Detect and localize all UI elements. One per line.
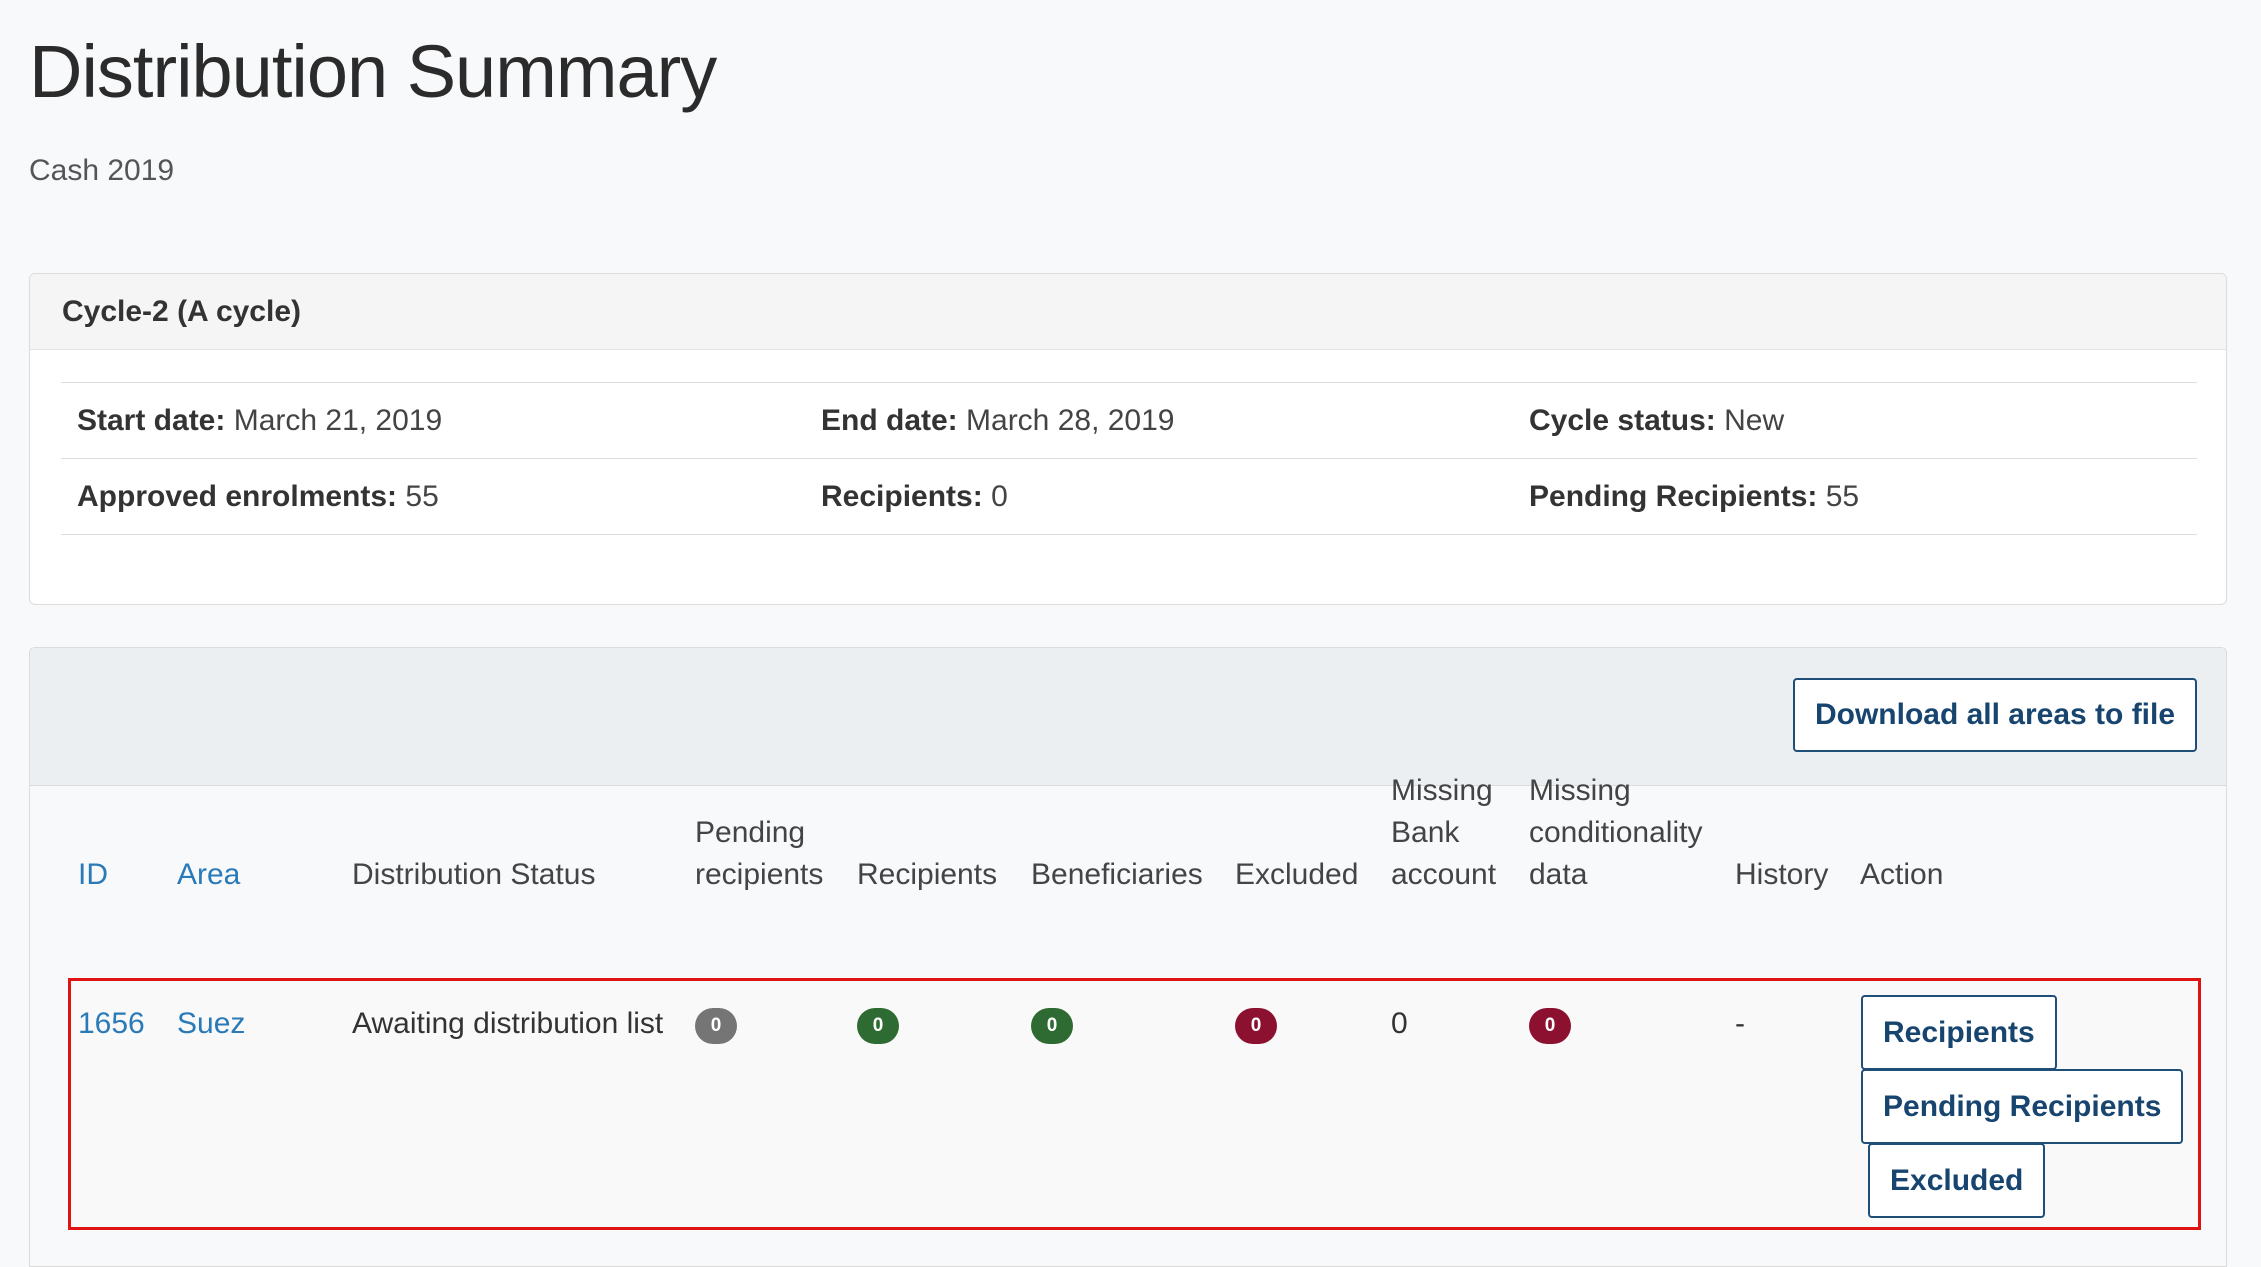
beneficiaries-badge: 0	[1031, 1008, 1073, 1044]
excluded-button[interactable]: Excluded	[1868, 1143, 2046, 1218]
cycle-panel-header: Cycle-2 (A cycle)	[30, 274, 2226, 350]
row-distribution-status: Awaiting distribution list	[352, 1007, 664, 1040]
row-id-link[interactable]: 1656	[78, 1004, 145, 1044]
cycle-panel: Cycle-2 (A cycle) Start date: March 21, …	[29, 273, 2227, 605]
approved-enrolments-label: Approved enrolments:	[77, 480, 398, 513]
pending-recipients-badge: 0	[695, 1008, 737, 1044]
column-header-missing-conditionality-line1: Missing	[1529, 774, 1631, 807]
column-header-action: Action	[1860, 858, 1944, 891]
pending-recipients-button[interactable]: Pending Recipients	[1861, 1069, 2184, 1144]
recipients-label: Recipients:	[821, 480, 983, 513]
cycle-status-cell: Cycle status: New	[1529, 383, 1784, 458]
column-header-pending-recipients-line2: recipients	[695, 858, 824, 891]
start-date-value: March 21, 2019	[233, 404, 443, 437]
column-header-recipients: Recipients	[857, 858, 998, 891]
cycle-status-value: New	[1724, 404, 1785, 437]
row-area-link[interactable]: Suez	[177, 1004, 245, 1044]
row-missing-bank-account: 0	[1391, 1007, 1408, 1040]
start-date-label: Start date:	[77, 404, 226, 437]
areas-panel: Download all areas to file ID Area Distr…	[29, 647, 2227, 1267]
column-header-missing-bank-line2: Bank	[1391, 816, 1460, 849]
end-date-cell: End date: March 28, 2019	[821, 383, 1174, 458]
column-header-excluded: Excluded	[1235, 858, 1359, 891]
column-header-beneficiaries: Beneficiaries	[1031, 858, 1203, 891]
column-header-missing-bank-line3: account	[1391, 858, 1497, 891]
column-header-area[interactable]: Area	[177, 854, 240, 896]
end-date-label: End date:	[821, 404, 958, 437]
column-header-distribution-status: Distribution Status	[352, 858, 596, 891]
table-row: 1656 Suez Awaiting distribution list 0 0…	[68, 978, 2201, 1230]
pending-recipients-value: 55	[1825, 480, 1860, 513]
excluded-badge: 0	[1235, 1008, 1277, 1044]
end-date-value: March 28, 2019	[966, 404, 1175, 437]
column-header-id[interactable]: ID	[78, 854, 108, 896]
column-header-missing-conditionality-line3: data	[1529, 858, 1588, 891]
download-all-areas-button[interactable]: Download all areas to file	[1793, 678, 2197, 752]
column-header-history: History	[1735, 858, 1829, 891]
row-history: -	[1735, 1007, 1745, 1040]
column-header-pending-recipients-line1: Pending	[695, 816, 806, 849]
cycle-row-dates: Start date: March 21, 2019 End date: Mar…	[61, 383, 2197, 459]
recipients-value: 0	[991, 480, 1008, 513]
recipients-cell: Recipients: 0	[821, 459, 1008, 534]
recipients-button[interactable]: Recipients	[1861, 995, 2057, 1070]
cycle-status-label: Cycle status:	[1529, 404, 1716, 437]
column-header-missing-conditionality-line2: conditionality	[1529, 816, 1703, 849]
page-title: Distribution Summary	[29, 30, 717, 113]
areas-toolbar: Download all areas to file	[30, 648, 2226, 786]
missing-conditionality-badge: 0	[1529, 1008, 1571, 1044]
recipients-badge: 0	[857, 1008, 899, 1044]
pending-recipients-cell: Pending Recipients: 55	[1529, 459, 1859, 534]
pending-recipients-label: Pending Recipients:	[1529, 480, 1818, 513]
approved-enrolments-cell: Approved enrolments: 55	[77, 459, 439, 534]
cycle-info-table: Start date: March 21, 2019 End date: Mar…	[61, 382, 2197, 535]
page-subtitle: Cash 2019	[29, 154, 175, 187]
start-date-cell: Start date: March 21, 2019	[77, 383, 442, 458]
approved-enrolments-value: 55	[405, 480, 439, 513]
cycle-row-counts: Approved enrolments: 55 Recipients: 0 Pe…	[61, 459, 2197, 535]
column-header-missing-bank-line1: Missing	[1391, 774, 1493, 807]
